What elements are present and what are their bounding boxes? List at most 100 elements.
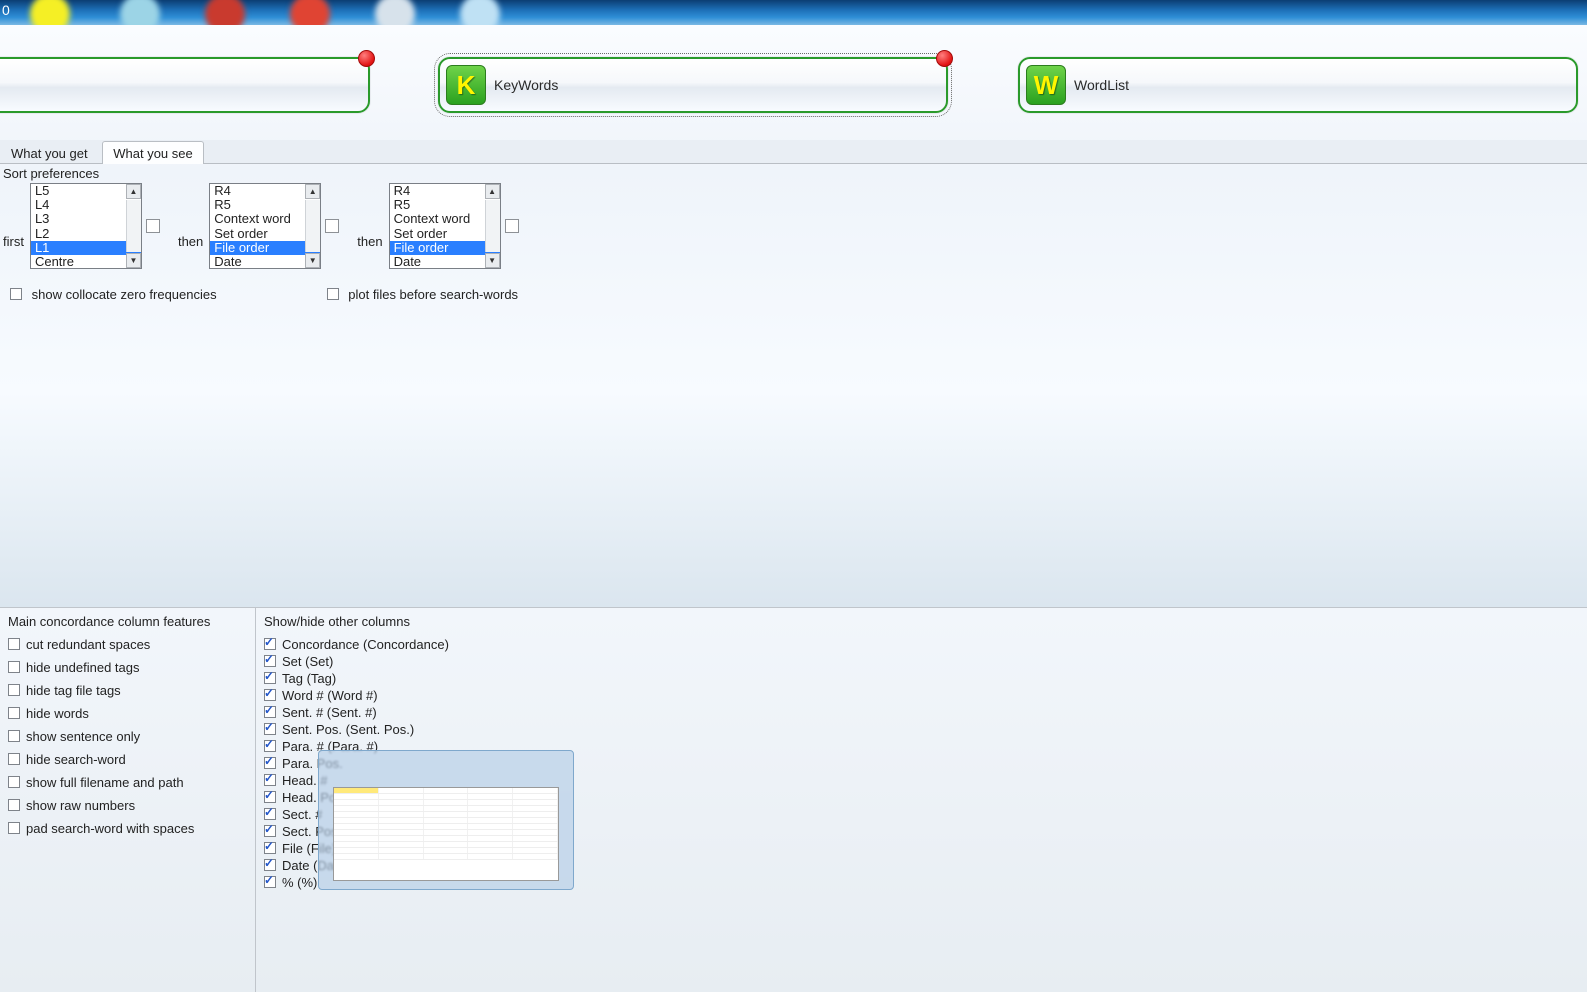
sort-listbox-then2[interactable]: ▲ ▼ R4R5Context wordSet orderFile orderD… <box>389 183 501 269</box>
checkbox-icon <box>8 730 20 742</box>
scroll-down-icon[interactable]: ▼ <box>126 253 141 268</box>
checkbox-row[interactable]: hide words <box>8 706 247 721</box>
tool-launch-row: K KeyWords W WordList <box>0 25 1587 140</box>
sort-lock-checkbox[interactable] <box>505 219 519 233</box>
checkbox-row[interactable]: Word # (Word #) <box>264 688 1579 703</box>
listbox-item[interactable]: R5 <box>390 198 500 212</box>
checkbox-icon <box>264 757 276 769</box>
checkbox-label: % (%) <box>282 875 317 890</box>
sort-listbox-then1[interactable]: ▲ ▼ R4R5Context wordSet orderFile orderD… <box>209 183 321 269</box>
checkbox-icon <box>264 723 276 735</box>
tab-what-you-see[interactable]: What you see <box>102 141 204 164</box>
checkbox-icon <box>8 776 20 788</box>
tool-card-keywords[interactable]: K KeyWords <box>438 57 948 113</box>
listbox-item[interactable]: Context word <box>390 212 500 226</box>
taskbar-app-icon[interactable] <box>120 0 160 25</box>
taskbar-app-icon[interactable] <box>460 0 500 25</box>
show-collocate-zero-checkbox[interactable]: show collocate zero frequencies <box>10 287 217 302</box>
sort-preferences-title: Sort preferences <box>3 166 1584 181</box>
plot-files-before-checkbox[interactable]: plot files before search-words <box>327 287 518 302</box>
checkbox-row[interactable]: hide tag file tags <box>8 683 247 698</box>
listbox-item[interactable]: File order <box>210 241 320 255</box>
checkbox-icon <box>264 655 276 667</box>
sort-label-then2: then <box>357 204 382 249</box>
tool-card-wordlist[interactable]: W WordList <box>1018 57 1578 113</box>
taskbar-preview-popup[interactable] <box>318 750 574 890</box>
sort-label-then1: then <box>178 204 203 249</box>
checkbox-row[interactable]: Set (Set) <box>264 654 1579 669</box>
show-hide-columns-title: Show/hide other columns <box>264 614 1579 629</box>
checkbox-row[interactable]: show full filename and path <box>8 775 247 790</box>
sort-options-row: show collocate zero frequencies plot fil… <box>0 287 1587 302</box>
checkbox-icon <box>264 808 276 820</box>
checkbox-icon <box>264 842 276 854</box>
scrollbar-track[interactable] <box>126 200 141 252</box>
scrollbar-track[interactable] <box>485 200 500 252</box>
checkbox-icon <box>8 684 20 696</box>
checkbox-label: Set (Set) <box>282 654 333 669</box>
checkbox-label: hide tag file tags <box>26 683 121 698</box>
checkbox-icon <box>264 689 276 701</box>
listbox-item[interactable]: L5 <box>31 184 141 198</box>
checkbox-icon <box>264 774 276 786</box>
checkbox-row[interactable]: hide undefined tags <box>8 660 247 675</box>
scroll-down-icon[interactable]: ▼ <box>305 253 320 268</box>
taskbar-app-icon[interactable] <box>30 0 70 25</box>
sort-label-first: first <box>3 204 24 249</box>
taskbar-corner-text: 0 <box>2 2 10 18</box>
listbox-item[interactable]: Set order <box>210 227 320 241</box>
taskbar-app-icon[interactable] <box>375 0 415 25</box>
notification-dot-icon <box>936 50 953 67</box>
scroll-up-icon[interactable]: ▲ <box>126 184 141 199</box>
lower-settings-panel: Main concordance column features cut red… <box>0 607 1587 992</box>
listbox-item[interactable]: Date <box>390 255 500 269</box>
listbox-item[interactable]: Centre <box>31 255 141 269</box>
checkbox-row[interactable]: show raw numbers <box>8 798 247 813</box>
show-collocate-zero-label: show collocate zero frequencies <box>32 287 217 302</box>
listbox-item[interactable]: L4 <box>31 198 141 212</box>
listbox-item[interactable]: R4 <box>210 184 320 198</box>
checkbox-label: hide undefined tags <box>26 660 139 675</box>
checkbox-label: pad search-word with spaces <box>26 821 194 836</box>
checkbox-icon <box>8 753 20 765</box>
listbox-item[interactable]: Set order <box>390 227 500 241</box>
wordlist-label: WordList <box>1074 77 1129 93</box>
listbox-item[interactable]: L1 <box>31 241 141 255</box>
checkbox-row[interactable]: Sent. # (Sent. #) <box>264 705 1579 720</box>
listbox-item[interactable]: Context word <box>210 212 320 226</box>
checkbox-row[interactable]: Sent. Pos. (Sent. Pos.) <box>264 722 1579 737</box>
checkbox-icon <box>264 859 276 871</box>
sort-listbox-first[interactable]: ▲ ▼ L5L4L3L2L1Centre <box>30 183 142 269</box>
listbox-item[interactable]: Date <box>210 255 320 269</box>
checkbox-row[interactable]: show sentence only <box>8 729 247 744</box>
scrollbar-track[interactable] <box>305 200 320 252</box>
checkbox-label: Sect. # <box>282 807 322 822</box>
scroll-up-icon[interactable]: ▲ <box>305 184 320 199</box>
scroll-up-icon[interactable]: ▲ <box>485 184 500 199</box>
listbox-item[interactable]: R5 <box>210 198 320 212</box>
checkbox-label: Word # (Word #) <box>282 688 378 703</box>
checkbox-row[interactable]: Tag (Tag) <box>264 671 1579 686</box>
sort-lock-checkbox[interactable] <box>146 219 160 233</box>
checkbox-row[interactable]: cut redundant spaces <box>8 637 247 652</box>
sort-lock-checkbox[interactable] <box>325 219 339 233</box>
listbox-item[interactable]: L2 <box>31 227 141 241</box>
listbox-item[interactable]: L3 <box>31 212 141 226</box>
tab-what-you-get[interactable]: What you get <box>0 141 99 164</box>
listbox-item[interactable]: R4 <box>390 184 500 198</box>
notification-dot-icon <box>358 50 375 67</box>
checkbox-row[interactable]: hide search-word <box>8 752 247 767</box>
checkbox-row[interactable]: Concordance (Concordance) <box>264 637 1579 652</box>
checkbox-icon <box>10 288 22 300</box>
taskbar-app-icon[interactable] <box>290 0 330 25</box>
listbox-item[interactable]: File order <box>390 241 500 255</box>
keywords-label: KeyWords <box>494 77 558 93</box>
checkbox-row[interactable]: pad search-word with spaces <box>8 821 247 836</box>
tool-card-concord[interactable] <box>0 57 370 113</box>
scroll-down-icon[interactable]: ▼ <box>485 253 500 268</box>
checkbox-icon <box>8 638 20 650</box>
taskbar-app-icon[interactable] <box>205 0 245 25</box>
checkbox-icon <box>264 638 276 650</box>
main-col-features-title: Main concordance column features <box>8 614 247 629</box>
os-taskbar: 0 <box>0 0 1587 25</box>
